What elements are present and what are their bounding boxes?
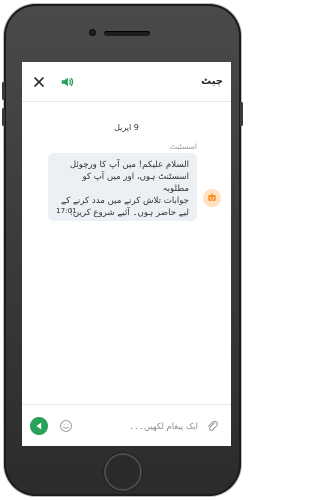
power-button: [240, 102, 243, 126]
date-separator: 9 اپریل: [114, 123, 139, 132]
earpiece: [104, 31, 150, 36]
composer: [22, 404, 231, 446]
volume-button: [2, 108, 5, 126]
message-input[interactable]: [80, 417, 198, 435]
paperclip-icon[interactable]: [204, 418, 220, 434]
sender-label: اسسٹنٹ: [170, 142, 197, 151]
chat-title: چیٹ: [201, 76, 223, 87]
close-icon[interactable]: [30, 73, 48, 91]
phone-frame: چیٹ 9 اپریل اسسٹنٹ السلام علیکم! میں آپ …: [2, 4, 243, 496]
chat-header: چیٹ: [22, 62, 231, 102]
header-actions: [30, 73, 76, 91]
front-camera: [89, 29, 96, 36]
send-icon[interactable]: [30, 417, 48, 435]
emoji-icon[interactable]: [58, 418, 74, 434]
message-time: 17:01: [56, 206, 77, 215]
sound-icon[interactable]: [58, 73, 76, 91]
volume-button: [2, 82, 5, 100]
home-button[interactable]: [104, 453, 142, 491]
chat-screen: چیٹ 9 اپریل اسسٹنٹ السلام علیکم! میں آپ …: [22, 62, 231, 446]
message-list[interactable]: 9 اپریل اسسٹنٹ السلام علیکم! میں آپ کا و…: [22, 103, 231, 404]
assistant-message: السلام علیکم! میں آپ کا ورچوئل اسسٹنٹ ہو…: [48, 153, 197, 221]
robot-icon: [203, 189, 221, 207]
